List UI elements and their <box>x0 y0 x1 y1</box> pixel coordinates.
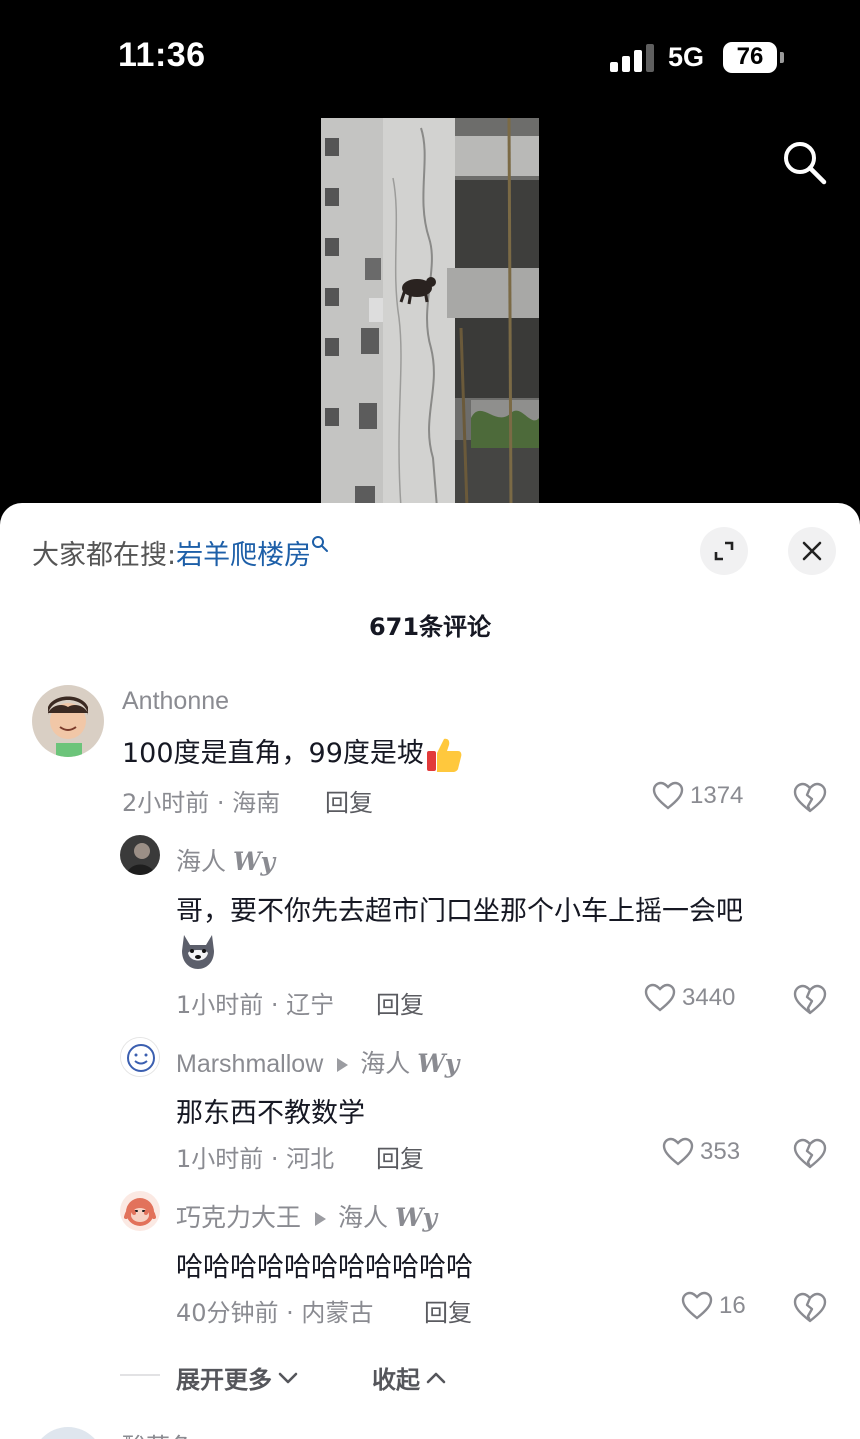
heart-icon <box>681 1291 713 1320</box>
reply-meta: 1小时前 · 辽宁 <box>176 991 335 1019</box>
like-button[interactable]: 16 <box>681 1291 746 1321</box>
close-icon <box>802 541 822 561</box>
reply-text: 哥，要不你先去超市门口坐那个小车上摇一会吧 <box>176 896 743 927</box>
battery-level: 76 <box>736 43 764 70</box>
avatar[interactable] <box>120 1037 160 1077</box>
comment-username[interactable]: Anthonne <box>122 687 229 716</box>
comment-text-content: 100度是直角，99度是坡 <box>122 738 424 769</box>
magnifier-icon <box>312 536 329 552</box>
expand-more-button[interactable]: 展开更多 <box>176 1360 298 1395</box>
chevron-down-icon <box>278 1372 298 1383</box>
comment-sheet: 大家都在搜:岩羊爬楼房 671条评论 Anthonne 100度是直角，99度是… <box>0 503 860 1439</box>
avatar-image <box>32 1427 104 1439</box>
reply-arrow-icon <box>315 1212 327 1227</box>
reply-meta: 40分钟前 · 内蒙古 <box>176 1299 374 1327</box>
like-count: 1374 <box>690 782 744 809</box>
reply-to-username: 海人 <box>338 1204 389 1232</box>
expand-button[interactable] <box>700 527 748 575</box>
comments-count: 671条评论 <box>368 613 492 641</box>
reply-button[interactable]: 回复 <box>376 985 424 1020</box>
broken-heart-icon[interactable] <box>793 1138 827 1170</box>
heart-icon <box>662 1137 694 1166</box>
expand-icon <box>714 541 734 561</box>
reply-username[interactable]: 海人 Wy <box>176 842 275 878</box>
collapse-label: 收起 <box>372 1366 420 1394</box>
chevron-up-icon <box>426 1372 446 1383</box>
reply-username[interactable]: 巧克力大王 海人 Wy <box>176 1198 437 1234</box>
reply-text: 那东西不教数学 <box>176 1098 365 1129</box>
hot-search-bar[interactable]: 大家都在搜:岩羊爬楼房 <box>32 533 329 572</box>
comment-meta: 2小时前 · 海南 <box>122 789 281 817</box>
reply-button[interactable]: 回复 <box>376 1139 424 1174</box>
next-comment-username[interactable]: 酸菜鱼 <box>122 1427 194 1439</box>
reply-username-text: Marshmallow <box>176 1050 324 1078</box>
reply-meta: 1小时前 · 河北 <box>176 1145 335 1173</box>
signal-icon <box>610 44 654 72</box>
reply-button[interactable]: 回复 <box>424 1293 472 1328</box>
avatar-image <box>32 685 104 757</box>
like-count: 353 <box>700 1138 741 1165</box>
hot-search-keyword[interactable]: 岩羊爬楼房 <box>176 540 311 571</box>
reply-to-username: 海人 <box>360 1050 411 1078</box>
avatar[interactable] <box>32 1427 104 1439</box>
reply-username-text: 巧克力大王 <box>176 1204 302 1232</box>
reply-to-sig: Wy <box>417 1049 460 1078</box>
reply-button[interactable]: 回复 <box>325 783 373 818</box>
reply-username-text: 海人 <box>176 848 227 876</box>
close-button[interactable] <box>788 527 836 575</box>
network-label: 5G <box>668 42 705 72</box>
reply-arrow-icon <box>337 1058 349 1073</box>
broken-heart-icon[interactable] <box>793 984 827 1016</box>
status-time: 11:36 <box>118 36 206 74</box>
husky-dog-emoji-icon <box>182 935 214 969</box>
video-frame <box>321 118 539 508</box>
like-count: 3440 <box>682 984 736 1011</box>
like-button[interactable]: 3440 <box>644 983 735 1013</box>
avatar[interactable] <box>32 685 104 757</box>
avatar-image <box>120 1191 160 1231</box>
reply-username-sig: Wy <box>232 847 276 876</box>
battery-icon: 76 <box>723 42 777 73</box>
thumbs-up-emoji-icon <box>426 738 462 772</box>
battery-tip <box>780 52 784 63</box>
collapse-button[interactable]: 收起 <box>372 1360 446 1395</box>
expand-more-label: 展开更多 <box>176 1366 272 1394</box>
like-count: 16 <box>719 1292 746 1319</box>
avatar-image <box>121 1038 159 1076</box>
broken-heart-icon[interactable] <box>793 782 827 814</box>
video-player[interactable] <box>321 118 539 508</box>
hot-search-prefix: 大家都在搜: <box>32 540 177 571</box>
like-button[interactable]: 353 <box>662 1137 740 1167</box>
reply-username[interactable]: Marshmallow 海人 Wy <box>176 1044 459 1080</box>
avatar[interactable] <box>120 835 160 875</box>
reply-to-sig: Wy <box>394 1203 438 1232</box>
fold-divider <box>120 1374 160 1376</box>
broken-heart-icon[interactable] <box>793 1292 827 1324</box>
comment-text: 100度是直角，99度是坡 <box>122 731 464 775</box>
avatar-image <box>120 835 160 875</box>
heart-icon <box>644 983 676 1012</box>
reply-text: 哈哈哈哈哈哈哈哈哈哈哈 <box>176 1252 473 1283</box>
avatar[interactable] <box>120 1191 160 1231</box>
like-button[interactable]: 1374 <box>652 781 743 811</box>
heart-icon <box>652 781 684 810</box>
search-icon[interactable] <box>780 138 828 186</box>
